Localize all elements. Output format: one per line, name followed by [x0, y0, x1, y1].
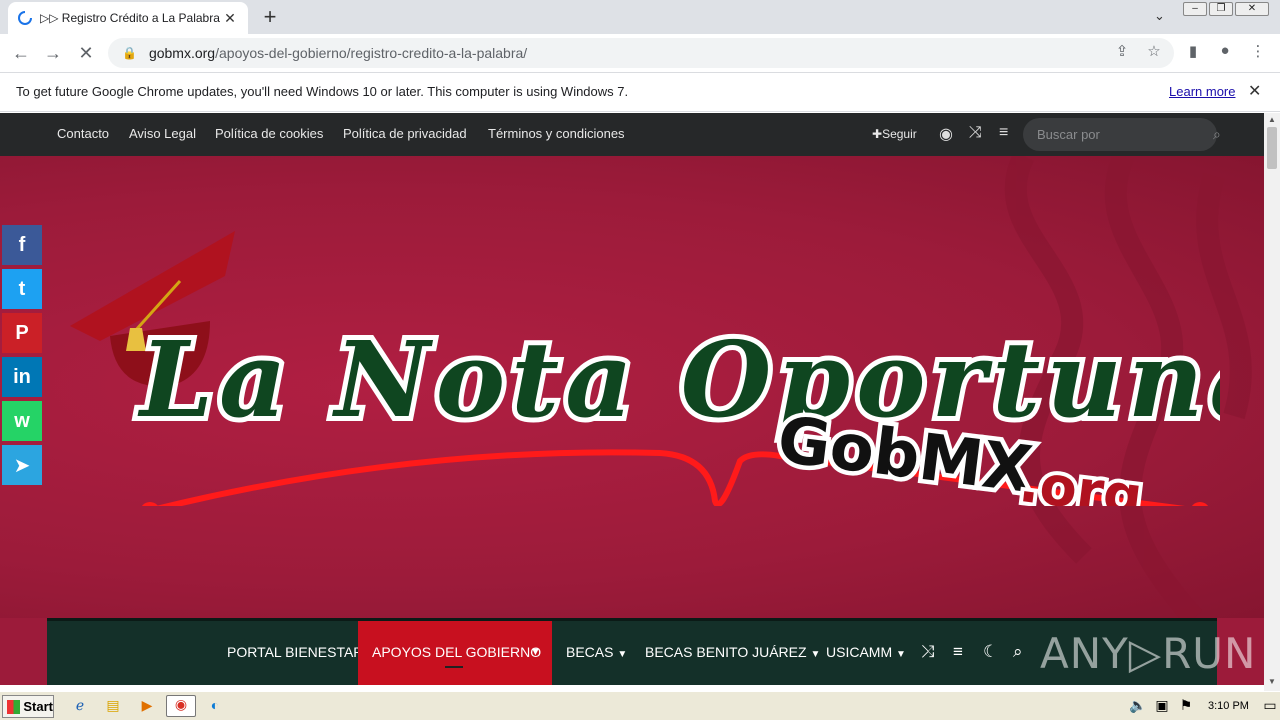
minimize-button[interactable]: – [1183, 2, 1207, 16]
nav-terminos[interactable]: Términos y condiciones [488, 126, 625, 141]
telegram-icon: ➤ [13, 454, 31, 477]
windows-taskbar: Start ℯ ▤ ▶ ◉ ◐ 🔈 ▣ ⚑ ▭ 3:10 PM [0, 691, 1280, 720]
nav-apoyos-label: APOYOS DEL GOBIERNO [372, 644, 542, 660]
windows-logo-icon [7, 699, 21, 714]
nav-becas-benito-juarez[interactable]: BECAS BENITO JUÁREZ ▼ [645, 644, 820, 660]
back-arrow-icon[interactable]: ← [10, 42, 32, 64]
tab-strip: ▷▷ Registro Crédito a La Palabra 2023 ✕ … [0, 0, 1280, 34]
nav-aviso-legal[interactable]: Aviso Legal [129, 126, 196, 141]
file-explorer-icon[interactable]: ▤ [103, 697, 123, 717]
side-panel-icon[interactable]: ▮ [1183, 42, 1203, 60]
random-article-icon[interactable]: ⤨ [921, 642, 935, 662]
bookmark-star-icon[interactable]: ☆ [1144, 42, 1164, 60]
facebook-share-button[interactable]: f [2, 225, 42, 265]
twitter-share-button[interactable]: t [2, 269, 42, 309]
tab-search-chevron-icon[interactable]: ⌄ [1154, 8, 1165, 24]
close-window-button[interactable]: ✕ [1235, 2, 1269, 16]
plus-icon: ✚ [872, 127, 883, 141]
web-page: Contacto Aviso Legal Política de cookies… [0, 113, 1264, 685]
edge-icon[interactable]: ◐ [205, 697, 225, 717]
twitter-icon: t [18, 277, 26, 300]
dark-mode-moon-icon[interactable]: ☾ [983, 642, 998, 662]
system-clock: 3:10 PM [1208, 700, 1249, 712]
search-icon[interactable]: ⌕ [1213, 126, 1221, 143]
start-button[interactable]: Start [2, 695, 54, 718]
nav-apoyos-active[interactable]: APOYOS DEL GOBIERNO ▼ [358, 621, 552, 685]
share-icon[interactable]: ⇪ [1112, 42, 1132, 60]
search-icon[interactable]: ⌕ [1013, 642, 1023, 662]
scrollbar-thumb[interactable] [1267, 127, 1277, 169]
linkedin-share-button[interactable]: in [2, 357, 42, 397]
url-path: /apoyos-del-gobierno/registro-credito-a-… [215, 45, 528, 61]
hero-banner: La Nota Oportuna GobMX .org [0, 156, 1264, 618]
hamburger-menu-icon[interactable]: ≡ [953, 642, 963, 662]
volume-icon[interactable]: 🔈 [1128, 697, 1148, 717]
show-desktop-icon[interactable]: ▭ [1260, 697, 1280, 717]
chevron-down-icon: ▼ [810, 649, 821, 660]
restore-button[interactable]: ❐ [1209, 2, 1233, 16]
scroll-down-arrow-icon[interactable]: ▼ [1264, 677, 1280, 686]
nav-usicamm-label: USICAMM [826, 644, 893, 660]
tab-close-icon[interactable]: ✕ [222, 10, 238, 27]
user-login-icon[interactable]: ◉ [939, 124, 953, 144]
linkedin-icon: in [13, 365, 31, 388]
pinterest-icon: P [15, 321, 29, 344]
loading-spinner-icon [18, 11, 32, 25]
chevron-down-icon: ▼ [896, 649, 906, 660]
address-bar[interactable]: 🔒 gobmx.org/apoyos-del-gobierno/registro… [108, 38, 1174, 68]
profile-avatar-icon[interactable]: ● [1215, 42, 1235, 59]
start-label: Start [23, 699, 53, 714]
page-scrollbar[interactable]: ▲ ▼ [1264, 113, 1280, 691]
url-host: gobmx.org [148, 45, 216, 61]
menu-kebab-icon[interactable]: ⋮ [1248, 42, 1268, 60]
nav-cookies[interactable]: Política de cookies [215, 126, 323, 141]
update-infobar: To get future Google Chrome updates, you… [0, 72, 1280, 112]
nav-portal-bienestar[interactable]: PORTAL BIENESTAR [227, 644, 363, 660]
infobar-message: To get future Google Chrome updates, you… [16, 84, 629, 99]
search-box: ⌕ [1023, 118, 1221, 151]
chrome-taskbar-icon[interactable]: ◉ [166, 695, 196, 717]
browser-toolbar: ← → ✕ 🔒 gobmx.org/apoyos-del-gobierno/re… [0, 34, 1280, 72]
random-article-icon[interactable]: ⤨ [969, 124, 982, 142]
infobar-close-icon[interactable]: ✕ [1248, 81, 1261, 101]
whatsapp-icon: w [14, 409, 30, 432]
tab-title: ▷▷ Registro Crédito a La Palabra 2023 [40, 11, 222, 25]
action-center-flag-icon[interactable]: ⚑ [1176, 697, 1196, 717]
active-underline [445, 666, 463, 668]
nav-usicamm[interactable]: USICAMM ▼ [826, 644, 906, 660]
hamburger-menu-icon[interactable]: ≡ [999, 124, 1008, 142]
search-input[interactable] [1037, 127, 1213, 142]
internet-explorer-icon[interactable]: ℯ [70, 697, 90, 717]
system-tray: 🔈 ▣ ⚑ ▭ [1122, 692, 1280, 720]
nav-becas-label: BECAS [566, 644, 614, 660]
main-navigation: PORTAL BIENESTAR APOYOS DEL GOBIERNO ▼ B… [47, 618, 1255, 685]
chevron-down-icon: ▼ [617, 649, 628, 660]
top-navigation: Contacto Aviso Legal Política de cookies… [0, 113, 1264, 156]
logo-title: La Nota Oportuna [137, 318, 1220, 441]
telegram-share-button[interactable]: ➤ [2, 445, 42, 485]
follow-button[interactable]: ✚Seguir [872, 127, 917, 141]
nav-becas[interactable]: BECAS ▼ [566, 644, 627, 660]
anyrun-watermark: ANY▷RUN [1040, 629, 1257, 678]
new-tab-button[interactable]: + [258, 6, 282, 30]
media-player-icon[interactable]: ▶ [137, 697, 157, 717]
stop-loading-icon[interactable]: ✕ [75, 42, 97, 64]
network-icon[interactable]: ▣ [1152, 697, 1172, 717]
lock-icon: 🔒 [122, 46, 137, 60]
nav-privacidad[interactable]: Política de privacidad [343, 126, 467, 141]
scroll-up-arrow-icon[interactable]: ▲ [1264, 115, 1280, 124]
chevron-down-icon: ▼ [530, 646, 541, 658]
facebook-icon: f [18, 233, 26, 256]
logo-domain-tld: .org [1016, 451, 1146, 506]
forward-arrow-icon[interactable]: → [42, 42, 64, 64]
nav-contacto[interactable]: Contacto [57, 126, 109, 141]
follow-label: Seguir [882, 127, 917, 141]
learn-more-link[interactable]: Learn more [1169, 84, 1235, 99]
nav-becas-bj-label: BECAS BENITO JUÁREZ [645, 644, 807, 660]
whatsapp-share-button[interactable]: w [2, 401, 42, 441]
pinterest-share-button[interactable]: P [2, 313, 42, 353]
site-logo: La Nota Oportuna GobMX .org [70, 231, 1220, 506]
browser-tab[interactable]: ▷▷ Registro Crédito a La Palabra 2023 ✕ [8, 2, 248, 34]
